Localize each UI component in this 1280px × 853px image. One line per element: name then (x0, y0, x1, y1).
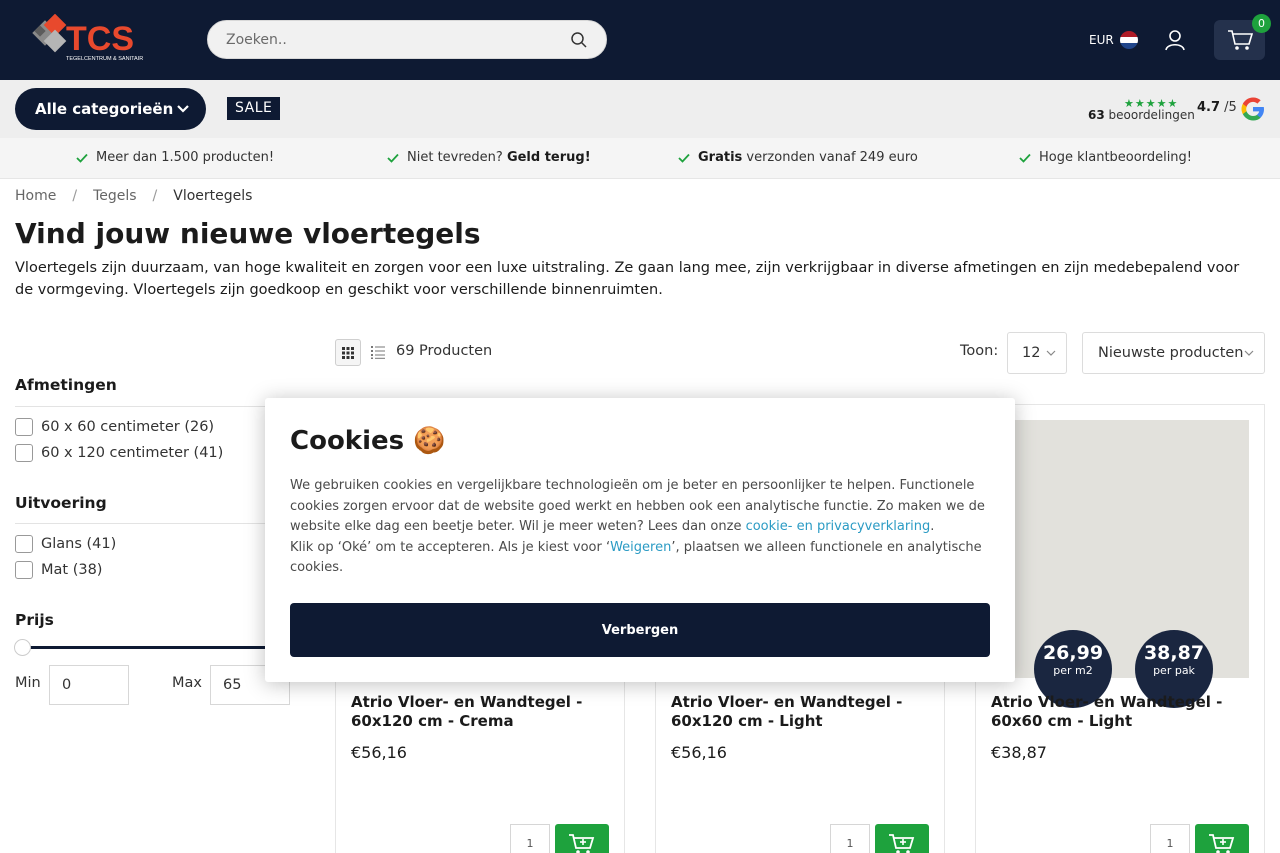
all-categories-button[interactable]: Alle categorieën (15, 88, 206, 130)
quantity-input[interactable]: 1 (510, 824, 550, 853)
sort-value: Nieuwste producten (1098, 345, 1244, 361)
grid-view-button[interactable] (335, 339, 361, 366)
cookie-text: We gebruiken cookies en vergelijkbare te… (290, 478, 985, 575)
quantity-input[interactable]: 1 (1150, 824, 1190, 853)
per-page-select[interactable]: 12 (1007, 332, 1067, 374)
breadcrumb: Home / Tegels / Vloertegels (15, 188, 252, 204)
checkbox[interactable] (15, 444, 33, 462)
min-price-input[interactable] (49, 665, 129, 705)
usp-item: Meer dan 1.500 producten! (76, 150, 274, 165)
add-to-cart-button[interactable] (1195, 824, 1249, 853)
cookie-title: Cookies 🍪 (290, 426, 446, 456)
svg-text:TCS: TCS (66, 20, 134, 58)
search-box (207, 20, 607, 59)
list-view-icon[interactable] (370, 344, 386, 360)
cart-count-badge: 0 (1252, 14, 1271, 33)
check-icon (678, 153, 690, 163)
privacy-policy-link[interactable]: cookie- en privacyverklaring (746, 519, 931, 534)
check-icon (1019, 153, 1031, 163)
product-price: €38,87 (991, 743, 1047, 762)
min-label: Min (15, 675, 41, 691)
product-name[interactable]: Atrio Vloer- en Wandtegel - 60x120 cm - … (351, 693, 611, 731)
chevron-down-icon (1244, 350, 1254, 356)
search-input[interactable] (226, 30, 556, 50)
chevron-down-icon (177, 105, 189, 113)
filter-option[interactable]: Mat (38) (15, 561, 102, 579)
add-to-cart-button[interactable] (875, 824, 929, 853)
logo-icon: TCS TEGELCENTRUM & SANITAIR (32, 13, 143, 62)
checkbox[interactable] (15, 418, 33, 436)
review-count: 63 beoordelingen (1088, 108, 1195, 122)
product-price: €56,16 (671, 743, 727, 762)
filter-title-uitvoering: Uitvoering (15, 494, 107, 512)
decline-link[interactable]: Weigeren (610, 540, 671, 555)
product-name[interactable]: Atrio Vloer- en Wandtegel - 60x120 cm - … (671, 693, 931, 731)
svg-text:TEGELCENTRUM & SANITAIR: TEGELCENTRUM & SANITAIR (66, 56, 143, 62)
price-range-min-handle[interactable] (14, 639, 31, 656)
quantity-input[interactable]: 1 (830, 824, 870, 853)
checkbox[interactable] (15, 535, 33, 553)
breadcrumb-current: Vloertegels (173, 188, 253, 204)
check-icon (76, 153, 88, 163)
divider (15, 406, 290, 407)
category-bar: Alle categorieën SALE ★★★★★ 63 beoordeli… (0, 80, 1280, 138)
breadcrumb-separator: / (72, 188, 78, 204)
usp-item: Niet tevreden? Geld terug! (387, 150, 591, 165)
currency-selector[interactable]: EUR (1089, 31, 1138, 49)
usp-item: Hoge klantbeoordeling! (1019, 150, 1192, 165)
breadcrumb-home[interactable]: Home (15, 188, 56, 204)
cart-icon (1209, 834, 1235, 853)
site-logo[interactable]: TCS TEGELCENTRUM & SANITAIR (30, 13, 155, 66)
search-icon[interactable] (570, 31, 588, 49)
chevron-down-icon (1046, 350, 1056, 356)
cart-icon (569, 834, 595, 853)
per-page-value: 12 (1022, 345, 1041, 361)
product-price: €56,16 (351, 743, 407, 762)
cart-icon (1228, 30, 1253, 50)
breadcrumb-separator: / (152, 188, 158, 204)
sale-link[interactable]: SALE (227, 97, 281, 120)
nl-flag-icon (1119, 31, 1138, 49)
all-categories-label: Alle categorieën (35, 100, 174, 118)
filter-option[interactable]: 60 x 60 centimeter (26) (15, 418, 214, 436)
price-range-track[interactable] (22, 646, 290, 649)
product-card[interactable]: 26,99 per m2 38,87 per pak Atrio Vloer- … (975, 404, 1265, 853)
cookie-dialog: Cookies 🍪 We gebruiken cookies en vergel… (265, 398, 1015, 682)
filter-option[interactable]: 60 x 120 centimeter (41) (15, 444, 223, 462)
filter-title-afmetingen: Afmetingen (15, 376, 117, 394)
sort-select[interactable]: Nieuwste producten (1082, 332, 1265, 374)
max-label: Max (172, 675, 202, 691)
filter-option[interactable]: Glans (41) (15, 535, 116, 553)
filter-title-prijs: Prijs (15, 611, 54, 629)
checkbox[interactable] (15, 561, 33, 579)
google-icon (1241, 97, 1264, 121)
divider (15, 523, 290, 524)
user-icon[interactable] (1163, 28, 1187, 52)
category-intro: Vloertegels zijn duurzaam, van hoge kwal… (15, 260, 1240, 298)
page-title: Vind jouw nieuwe vloertegels (15, 217, 481, 250)
check-icon (387, 153, 399, 163)
cookie-icon: 🍪 (413, 426, 446, 456)
breadcrumb-tegels[interactable]: Tegels (93, 188, 136, 204)
rating-score: 4.7 /5 (1197, 100, 1237, 115)
product-name[interactable]: Atrio Vloer- en Wandtegel - 60x60 cm - L… (991, 693, 1251, 731)
product-count: 69 Producten (396, 343, 493, 359)
product-image[interactable]: 26,99 per m2 38,87 per pak (991, 420, 1249, 708)
top-header: TCS TEGELCENTRUM & SANITAIR EUR 0 (0, 0, 1280, 80)
hide-cookie-button[interactable]: Verbergen (290, 603, 990, 657)
grid-icon (342, 347, 354, 359)
add-to-cart-button[interactable] (555, 824, 609, 853)
usp-item: Gratis verzonden vanaf 249 euro (678, 150, 918, 165)
currency-label: EUR (1089, 33, 1114, 47)
usp-bar: Meer dan 1.500 producten! Niet tevreden?… (0, 138, 1280, 179)
per-page-label: Toon: (960, 343, 999, 359)
cart-icon (889, 834, 915, 853)
